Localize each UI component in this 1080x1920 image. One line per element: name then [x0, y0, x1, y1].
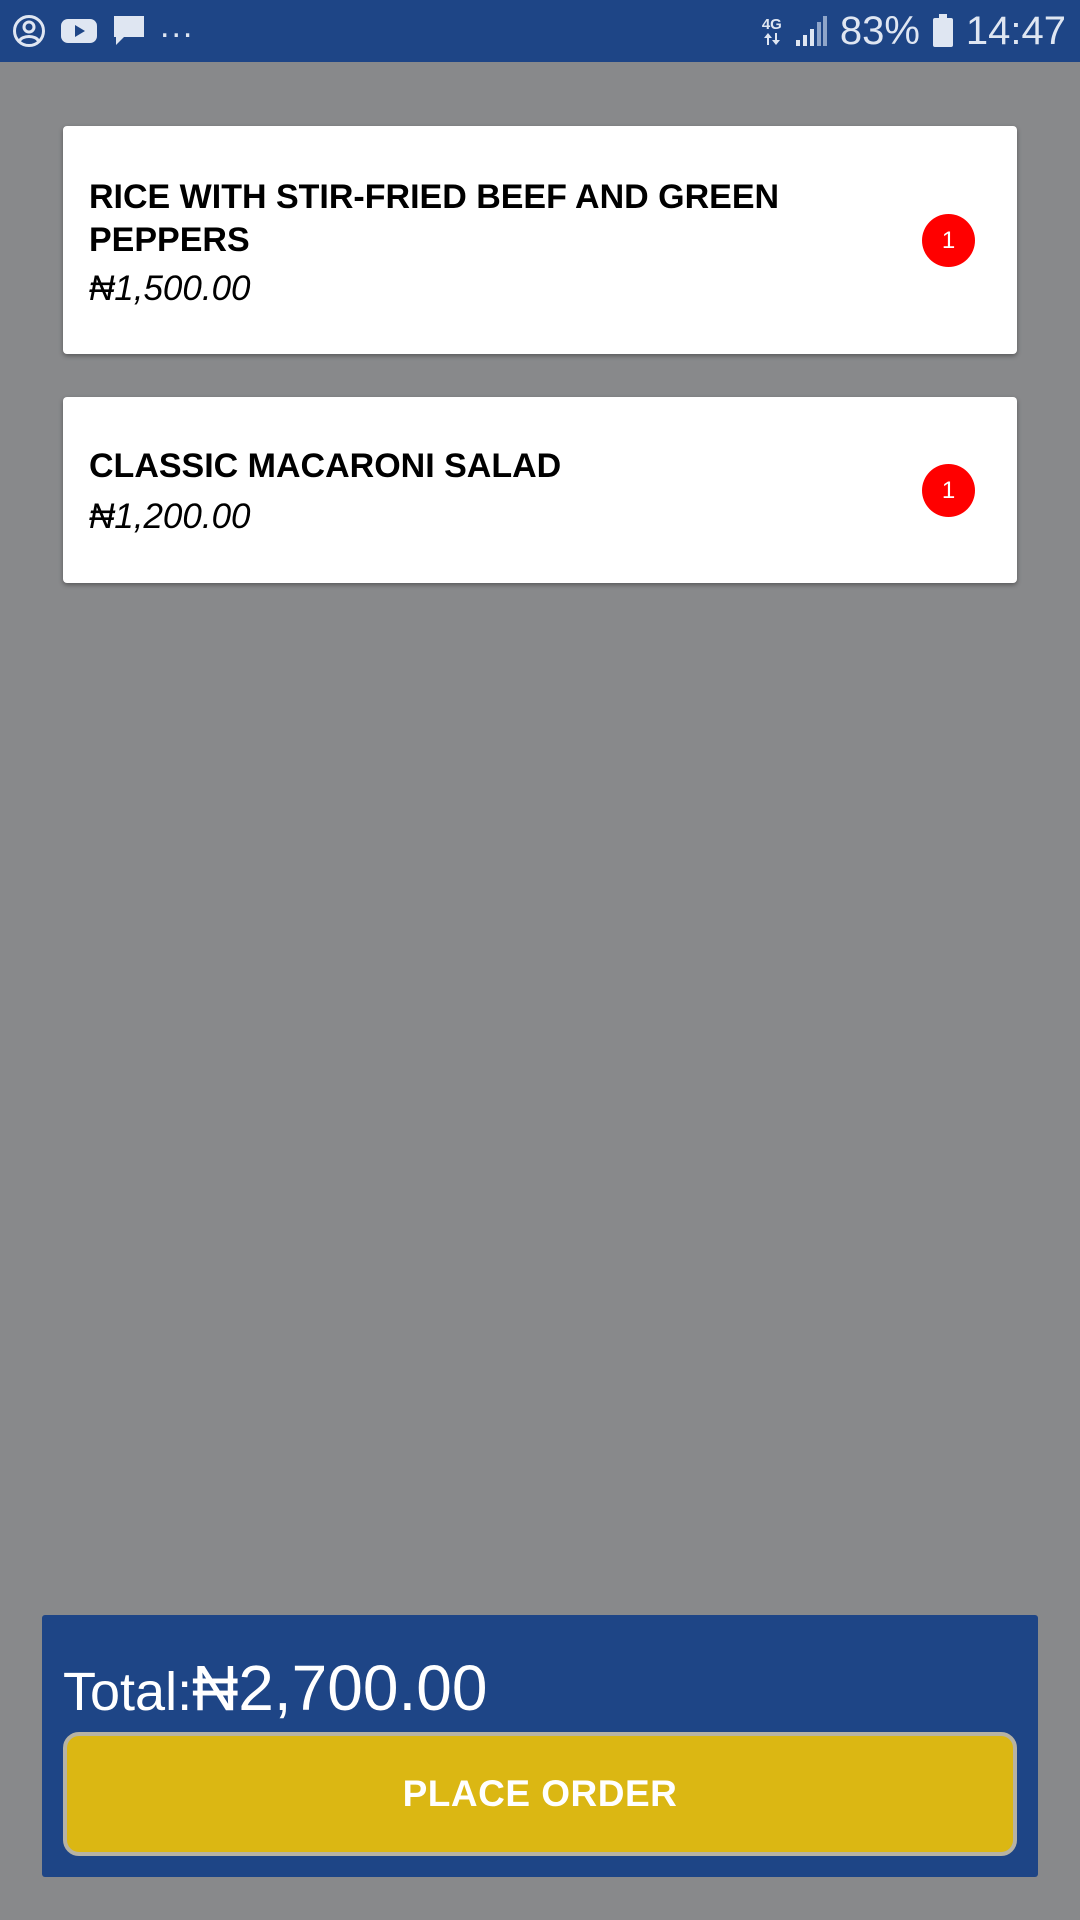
youtube-icon	[60, 16, 98, 46]
clock: 14:47	[965, 9, 1066, 53]
item-price: ₦1,500.00	[89, 269, 251, 308]
account-circle-icon	[12, 14, 46, 48]
battery-icon	[932, 14, 954, 48]
network-type-label: 4G	[761, 15, 782, 33]
data-arrows-icon: 4G	[762, 17, 782, 46]
total-label: Total:	[63, 1662, 193, 1722]
total-amount: ₦2,700.00	[192, 1652, 488, 1724]
message-icon	[112, 13, 146, 49]
item-name: CLASSIC MACARONI SALAD	[89, 447, 562, 485]
quantity-badge: 1	[922, 214, 975, 267]
cart-item-card[interactable]: CLASSIC MACARONI SALAD ₦1,200.00 1	[63, 397, 1017, 583]
place-order-button[interactable]: PLACE ORDER	[63, 1732, 1017, 1856]
quantity-badge: 1	[922, 464, 975, 517]
order-summary-panel: Total:₦2,700.00 PLACE ORDER	[42, 1615, 1038, 1877]
signal-icon	[794, 14, 828, 48]
notification-icons: ...	[12, 9, 208, 49]
item-price: ₦1,200.00	[89, 497, 251, 536]
item-name: RICE WITH STIR-FRIED BEEF AND GREEN PEPP…	[89, 178, 780, 259]
cart-item-card[interactable]: RICE WITH STIR-FRIED BEEF AND GREEN PEPP…	[63, 126, 1017, 354]
order-total: Total:₦2,700.00	[63, 1651, 487, 1725]
system-status: 4G 83% 14:47	[750, 11, 1066, 51]
more-notifications-indicator: ...	[160, 7, 195, 45]
battery-percentage: 83%	[839, 9, 920, 53]
status-bar: ... 4G 83% 14:47	[0, 0, 1080, 62]
